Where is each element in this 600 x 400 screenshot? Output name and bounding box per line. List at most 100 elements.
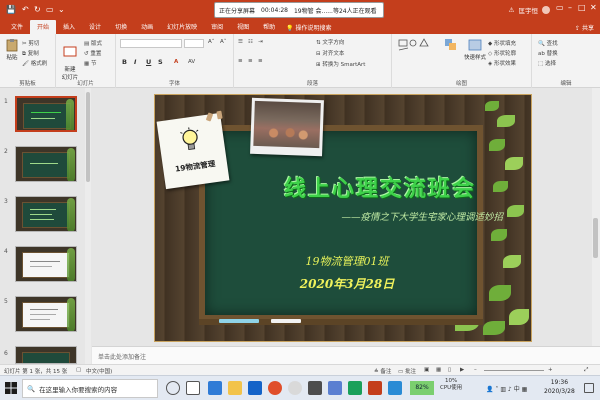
slide-class-name[interactable]: 19物流管理01班 bbox=[205, 253, 489, 269]
font-size-select[interactable] bbox=[184, 39, 204, 48]
notification-center-icon[interactable] bbox=[584, 383, 594, 393]
indent-icon[interactable]: ⇥ bbox=[258, 39, 263, 45]
align-center-icon[interactable]: ≡ bbox=[248, 58, 253, 64]
paste-button[interactable]: 粘贴 bbox=[3, 38, 21, 61]
minimize-icon[interactable]: – bbox=[568, 3, 572, 12]
editor-scrollbar[interactable] bbox=[592, 88, 600, 346]
tab-help[interactable]: 帮助 bbox=[256, 20, 282, 34]
customize-toolbar-icon[interactable]: ⌄ bbox=[58, 5, 65, 14]
ime-indicator[interactable]: 中 bbox=[514, 386, 520, 393]
slide-date[interactable]: 2020年3月28日 bbox=[205, 275, 489, 292]
class-photo[interactable] bbox=[250, 97, 324, 157]
slideshow-view-icon[interactable]: ▶ bbox=[460, 367, 464, 373]
file-explorer-icon[interactable] bbox=[228, 381, 242, 395]
layout-button[interactable]: ▤ 版式 bbox=[84, 39, 102, 47]
slide-thumbnail-3[interactable] bbox=[15, 196, 77, 232]
tab-slideshow[interactable]: 幻灯片放映 bbox=[160, 20, 204, 34]
taskbar-clock[interactable]: 19:36 2020/3/28 bbox=[544, 378, 575, 396]
tab-insert[interactable]: 插入 bbox=[56, 20, 82, 34]
section-button[interactable]: ▦ 节 bbox=[84, 59, 96, 67]
chrome-icon[interactable] bbox=[288, 381, 302, 395]
word-icon[interactable] bbox=[248, 381, 262, 395]
comments-toggle[interactable]: ▭ 批注 bbox=[398, 367, 416, 375]
zoom-slider[interactable] bbox=[484, 370, 544, 371]
slide-thumbnail-2[interactable] bbox=[15, 146, 77, 182]
numbering-icon[interactable]: ☷ bbox=[248, 39, 253, 45]
tab-home[interactable]: 开始 bbox=[30, 20, 57, 34]
slide-sorter-icon[interactable]: ▦ bbox=[436, 367, 441, 373]
language-status[interactable]: 中文(中国) bbox=[86, 367, 112, 375]
bold-button[interactable]: B bbox=[122, 58, 127, 66]
edge-icon[interactable] bbox=[208, 381, 222, 395]
close-icon[interactable]: ✕ bbox=[590, 3, 597, 12]
spellcheck-icon[interactable]: ▢ bbox=[76, 367, 81, 373]
tab-design[interactable]: 设计 bbox=[82, 20, 108, 34]
shape-outline-button[interactable]: ◇ 形状轮廓 bbox=[488, 49, 516, 57]
tray-chevron-icon[interactable]: ˄ bbox=[495, 386, 498, 393]
shadow-button[interactable]: S bbox=[158, 58, 163, 66]
tell-me-search[interactable]: 💡 操作说明搜索 bbox=[282, 21, 335, 34]
notes-toggle[interactable]: ≙ 备注 bbox=[374, 367, 391, 375]
user-account[interactable]: ⚠ 匡宇恒 bbox=[509, 5, 550, 15]
slide-thumbnail-5[interactable] bbox=[15, 296, 77, 332]
copy-button[interactable]: ⧉ 复制 bbox=[22, 49, 39, 58]
align-left-icon[interactable]: ≡ bbox=[238, 58, 243, 64]
windows-start-icon[interactable] bbox=[3, 380, 19, 396]
cut-button[interactable]: ✂ 剪切 bbox=[22, 39, 39, 47]
select-button[interactable]: ⬚ 选择 bbox=[538, 59, 556, 67]
slide-thumbnail-1[interactable] bbox=[15, 96, 77, 132]
reset-button[interactable]: ↺ 重置 bbox=[84, 49, 101, 57]
tray-user-icon[interactable]: 👤 bbox=[486, 386, 493, 393]
align-right-icon[interactable]: ≡ bbox=[258, 58, 263, 64]
font-name-select[interactable] bbox=[120, 39, 182, 48]
arrange-button[interactable] bbox=[440, 38, 462, 53]
undo-icon[interactable]: ↶ bbox=[22, 5, 29, 14]
slide-thumbnail-4[interactable] bbox=[15, 246, 77, 282]
screen-share-banner[interactable]: 正在分享屏幕 00:04:28 19物管 会......等24人正在观看 bbox=[214, 2, 384, 18]
font-color-icon[interactable]: A bbox=[174, 59, 178, 65]
save-icon[interactable]: 💾 bbox=[6, 5, 16, 14]
redo-icon[interactable]: ↻ bbox=[34, 5, 41, 14]
replace-button[interactable]: ab 替换 bbox=[538, 49, 558, 57]
zoom-in-icon[interactable]: + bbox=[548, 367, 553, 373]
tray-app-icon[interactable]: ▦ bbox=[522, 386, 528, 393]
performance-widget[interactable]: 82% bbox=[410, 381, 434, 395]
notes-pane[interactable]: 单击此处添加备注 bbox=[92, 346, 600, 364]
tab-file[interactable]: 文件 bbox=[4, 20, 30, 34]
char-spacing-icon[interactable]: AV bbox=[188, 59, 195, 65]
text-direction-button[interactable]: ⇅ 文字方向 bbox=[316, 38, 344, 46]
align-text-button[interactable]: ⊟ 对齐文本 bbox=[316, 49, 344, 57]
wechat-icon[interactable] bbox=[348, 381, 362, 395]
ribbon-display-icon[interactable]: ▭ bbox=[556, 3, 564, 12]
slide-thumbnail-6[interactable] bbox=[15, 346, 77, 364]
tab-transitions[interactable]: 切换 bbox=[108, 20, 134, 34]
decrease-font-icon[interactable]: A˅ bbox=[220, 39, 227, 45]
italic-button[interactable]: I bbox=[134, 58, 136, 66]
taskbar-search-input[interactable]: 🔍 在这里输入你要搜索的内容 bbox=[22, 379, 158, 398]
tab-view[interactable]: 视图 bbox=[230, 20, 256, 34]
maximize-icon[interactable]: □ bbox=[578, 3, 586, 12]
scrollbar-thumb[interactable] bbox=[593, 218, 598, 258]
cpu-widget[interactable]: 10% CPU使用 bbox=[440, 378, 462, 392]
slide-subtitle[interactable]: ——疫情之下大学生宅家心理调适妙招 bbox=[235, 209, 503, 223]
normal-view-icon[interactable]: ▣ bbox=[424, 367, 429, 373]
cortana-icon[interactable] bbox=[166, 381, 180, 395]
quick-styles-button[interactable]: 快速样式 bbox=[464, 38, 486, 61]
shape-fill-button[interactable]: ◆ 形状填充 bbox=[488, 39, 516, 47]
fit-slide-icon[interactable]: ⤢ bbox=[584, 367, 588, 374]
smartart-button[interactable]: ⊞ 转换为 SmartArt bbox=[316, 60, 365, 68]
note-card[interactable]: 19物流管理 bbox=[156, 112, 230, 190]
increase-font-icon[interactable]: A˄ bbox=[208, 39, 215, 45]
share-button[interactable]: ⇪ 共享 bbox=[575, 23, 594, 32]
tab-review[interactable]: 审阅 bbox=[204, 20, 230, 34]
zoom-out-icon[interactable]: – bbox=[474, 367, 477, 373]
network-icon[interactable]: ▥ bbox=[500, 386, 506, 393]
app-icon[interactable] bbox=[308, 381, 322, 395]
tab-animations[interactable]: 动画 bbox=[134, 20, 160, 34]
powerpoint-icon[interactable] bbox=[368, 381, 382, 395]
slide-title[interactable]: 线上心理交流班会 bbox=[255, 171, 505, 203]
reading-view-icon[interactable]: ▯ bbox=[448, 367, 451, 373]
browser-icon[interactable] bbox=[268, 381, 282, 395]
task-view-icon[interactable] bbox=[186, 381, 200, 395]
app-icon[interactable] bbox=[328, 381, 342, 395]
